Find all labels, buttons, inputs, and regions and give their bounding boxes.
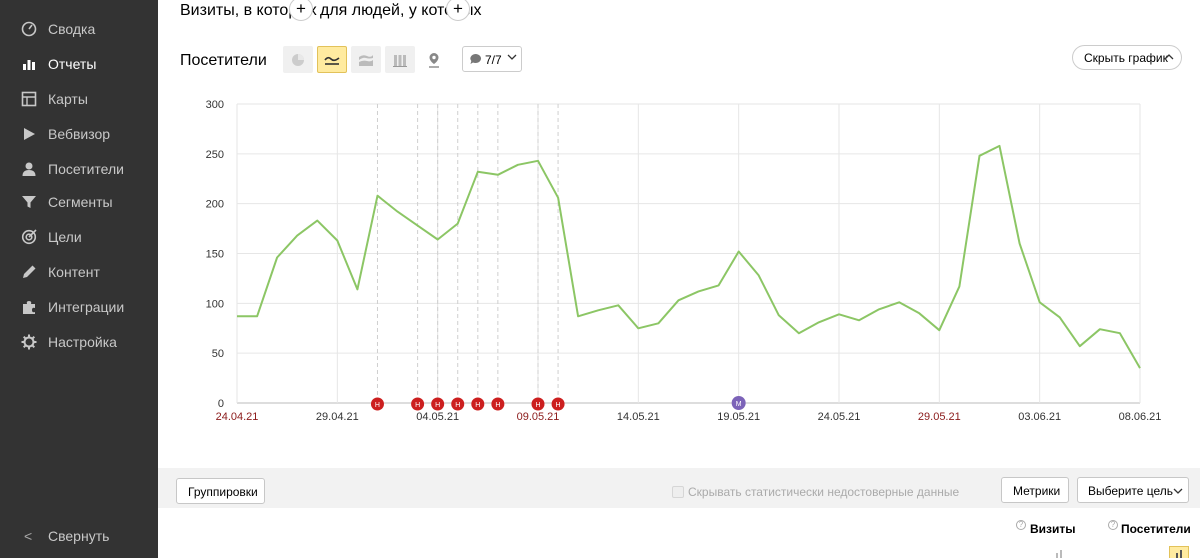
holiday-marker-label: H bbox=[455, 402, 460, 409]
collapse-sidebar-button[interactable]: < Свернуть bbox=[0, 522, 158, 552]
hide-unreliable-label: Скрывать статистически недостоверные дан… bbox=[688, 485, 960, 499]
column-header-visits[interactable]: Визиты bbox=[1030, 522, 1076, 536]
holiday-marker-label: H bbox=[375, 402, 380, 409]
holiday-marker-label: H bbox=[415, 402, 420, 409]
x-tick-label: 03.06.21 bbox=[1018, 411, 1061, 423]
x-tick-label: 14.05.21 bbox=[617, 411, 660, 423]
choose-goal-label: Выберите цель bbox=[1088, 484, 1174, 498]
y-tick-label: 50 bbox=[212, 348, 224, 360]
mini-chart-icon bbox=[1176, 550, 1182, 558]
mini-chart-toggle-active[interactable] bbox=[1169, 546, 1189, 558]
metrics-label: Метрики bbox=[1013, 484, 1061, 498]
collapse-label: Свернуть bbox=[48, 528, 110, 544]
x-tick-label: 29.04.21 bbox=[316, 411, 359, 423]
y-tick-label: 0 bbox=[218, 398, 224, 410]
x-tick-label: 08.06.21 bbox=[1119, 411, 1162, 423]
visits-help-icon[interactable]: ? bbox=[1016, 520, 1026, 530]
chevron-left-icon: < bbox=[24, 528, 33, 544]
mini-chart-icon[interactable] bbox=[1052, 549, 1068, 558]
x-tick-label: 19.05.21 bbox=[717, 411, 760, 423]
column-header-visitors[interactable]: Посетители bbox=[1121, 522, 1191, 536]
holiday-marker-label: H bbox=[556, 402, 561, 409]
app-window: Сводка Отчеты Карты Вебвизор Посетители bbox=[0, 0, 1200, 558]
visitors-line-chart: 0 50 100 150 200 250 300 24.04.21 29.04.21 04.05.… bbox=[206, 99, 1162, 423]
x-tick-label: 29.05.21 bbox=[918, 411, 961, 423]
metrics-button[interactable]: Метрики bbox=[1001, 477, 1069, 503]
holiday-marker-label: H bbox=[475, 402, 480, 409]
y-tick-label: 300 bbox=[206, 99, 224, 111]
choose-goal-dropdown[interactable]: Выберите цель bbox=[1077, 477, 1189, 503]
hide-unreliable-checkbox[interactable] bbox=[672, 486, 684, 498]
x-tick-label: 24.04.21 bbox=[216, 411, 259, 423]
y-tick-label: 100 bbox=[206, 298, 224, 310]
y-tick-label: 150 bbox=[206, 249, 224, 261]
holiday-marker-label: H bbox=[495, 402, 500, 409]
holiday-marker-label: H bbox=[535, 402, 540, 409]
x-tick-label: 04.05.21 bbox=[416, 411, 459, 423]
event-marker-label: M bbox=[736, 401, 742, 408]
visitors-series-line bbox=[237, 144, 1141, 369]
holiday-marker-label: H bbox=[435, 402, 440, 409]
chevron-down-icon bbox=[1173, 488, 1183, 494]
groupings-label: Группировки bbox=[188, 485, 258, 499]
y-tick-label: 250 bbox=[206, 149, 224, 161]
groupings-button[interactable]: Группировки bbox=[176, 478, 265, 504]
x-tick-label: 24.05.21 bbox=[818, 411, 861, 423]
y-tick-label: 200 bbox=[206, 199, 224, 211]
visitors-help-icon[interactable]: ? bbox=[1108, 520, 1118, 530]
x-tick-label: 09.05.21 bbox=[517, 411, 560, 423]
